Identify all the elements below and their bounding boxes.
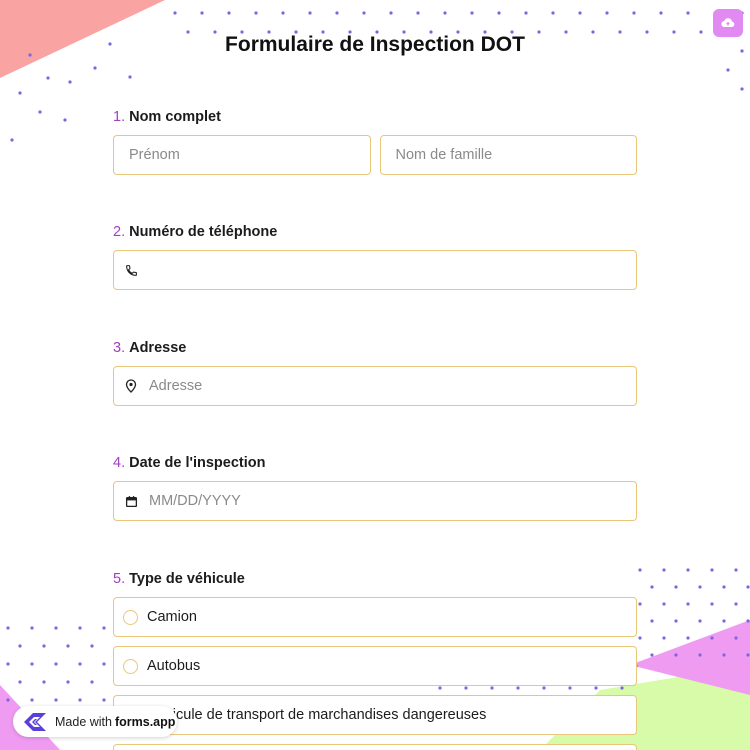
question-vehicle-type: 5. Type de véhicule Camion Autobus Véhicu…: [113, 569, 637, 750]
question-label: Numéro de téléphone: [129, 224, 278, 240]
option-label: Véhicule de transport de marchandises da…: [147, 707, 487, 723]
question-number: 5.: [113, 571, 126, 587]
question-number: 4.: [113, 455, 126, 471]
question-full-name: 1. Nom complet Prénom Nom de famille: [113, 107, 637, 175]
radio-button[interactable]: [123, 658, 138, 674]
cloud-upload-button[interactable]: [713, 9, 743, 37]
date-input[interactable]: MM/DD/YYYY: [113, 481, 637, 521]
first-name-input[interactable]: Prénom: [113, 135, 371, 175]
option-next[interactable]: [113, 744, 637, 750]
question-phone: 2. Numéro de téléphone: [113, 222, 637, 290]
option-label: Autobus: [147, 658, 201, 674]
placeholder-text: Prénom: [129, 147, 180, 163]
map-pin-icon: [124, 379, 138, 393]
badge-prefix: Made with: [55, 714, 112, 729]
address-input[interactable]: Adresse: [113, 366, 637, 406]
cloud-upload-icon: [721, 18, 735, 28]
option-label: Camion: [147, 609, 197, 625]
option-hazmat-vehicle[interactable]: Véhicule de transport de marchandises da…: [113, 695, 637, 735]
question-number: 2.: [113, 224, 126, 240]
option-autobus[interactable]: Autobus: [113, 646, 637, 686]
question-number: 3.: [113, 340, 126, 356]
option-camion[interactable]: Camion: [113, 597, 637, 637]
phone-input[interactable]: [113, 250, 637, 290]
placeholder-text: Nom de famille: [395, 147, 493, 163]
question-label: Type de véhicule: [129, 571, 245, 587]
radio-button[interactable]: [123, 609, 138, 625]
placeholder-text: Adresse: [149, 378, 203, 394]
made-with-badge[interactable]: Made with forms.app: [13, 706, 177, 737]
badge-brand: forms.app: [114, 714, 176, 729]
question-inspection-date: 4. Date de l'inspection MM/DD/YYYY: [113, 453, 637, 521]
question-label: Date de l'inspection: [129, 455, 266, 471]
question-label: Adresse: [129, 340, 187, 356]
last-name-input[interactable]: Nom de famille: [379, 135, 637, 175]
question-label: Nom complet: [129, 109, 221, 125]
placeholder-text: MM/DD/YYYY: [149, 493, 241, 509]
calendar-icon: [124, 494, 138, 508]
forms-app-logo-icon: [24, 712, 46, 731]
question-number: 1.: [113, 109, 126, 125]
page-title: Formulaire de Inspection DOT: [225, 33, 525, 56]
phone-icon: [124, 263, 138, 277]
question-address: 3. Adresse Adresse: [113, 338, 637, 406]
